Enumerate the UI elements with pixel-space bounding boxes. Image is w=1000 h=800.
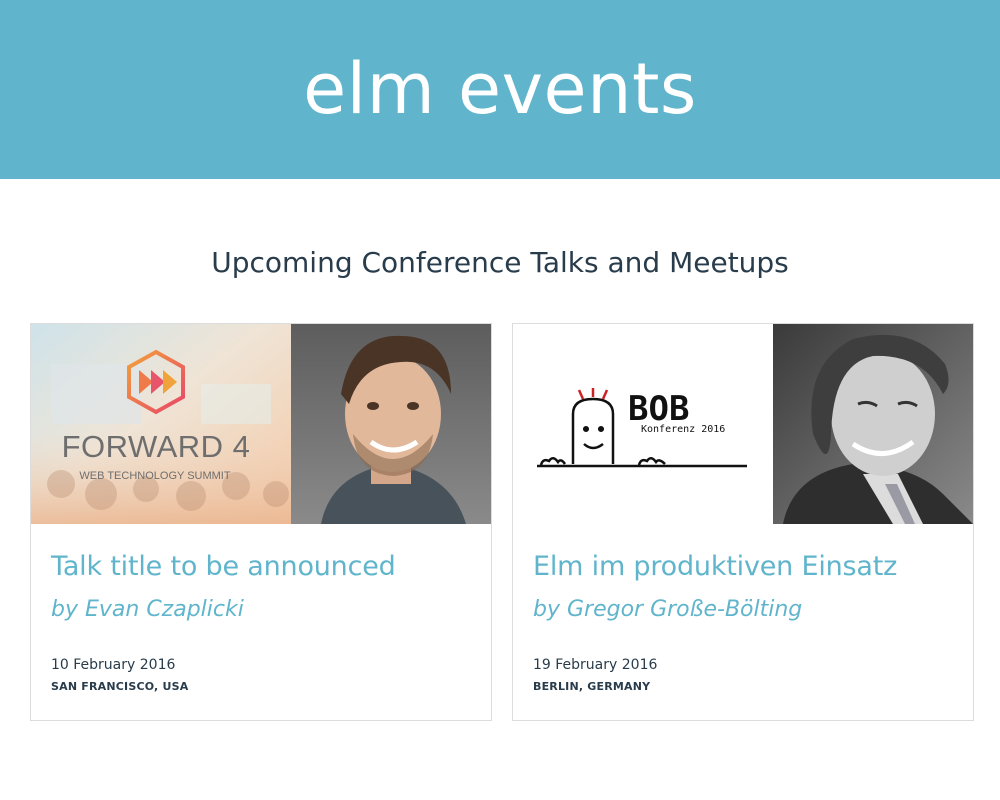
conference-tagline: Konferenz 2016 <box>641 424 725 435</box>
talk-location: BERLIN, GERMANY <box>533 680 651 693</box>
talk-title[interactable]: Talk title to be announced <box>51 551 396 582</box>
event-card[interactable]: FORWARD 4 WEB TECHNOLOGY SUMMIT Talk tit… <box>30 323 492 721</box>
talk-speaker: by Gregor Große-Bölting <box>533 597 803 622</box>
talk-date: 19 February 2016 <box>533 657 658 673</box>
conference-tagline: WEB TECHNOLOGY SUMMIT <box>79 470 230 482</box>
conference-name: FORWARD 4 <box>62 429 251 464</box>
talk-location: SAN FRANCISCO, USA <box>51 680 189 693</box>
speaker-photo <box>773 324 973 524</box>
event-card[interactable]: BOB Konferenz 2016 Elm im produktiven Ei… <box>512 323 974 721</box>
event-banner-image: BOB Konferenz 2016 <box>513 324 973 524</box>
event-banner-image: FORWARD 4 WEB TECHNOLOGY SUMMIT <box>31 324 491 524</box>
section-title: Upcoming Conference Talks and Meetups <box>211 246 789 279</box>
event-banner: BOB Konferenz 2016 <box>513 324 973 524</box>
talk-title[interactable]: Elm im produktiven Einsatz <box>533 551 897 582</box>
site-title[interactable]: elm events <box>303 48 697 130</box>
speaker-photo <box>291 324 491 524</box>
conference-name: BOB <box>628 389 689 429</box>
talk-speaker: by Evan Czaplicki <box>51 597 244 622</box>
talk-date: 10 February 2016 <box>51 657 176 673</box>
site-header: elm events <box>0 0 1000 179</box>
event-banner: FORWARD 4 WEB TECHNOLOGY SUMMIT <box>31 324 491 524</box>
